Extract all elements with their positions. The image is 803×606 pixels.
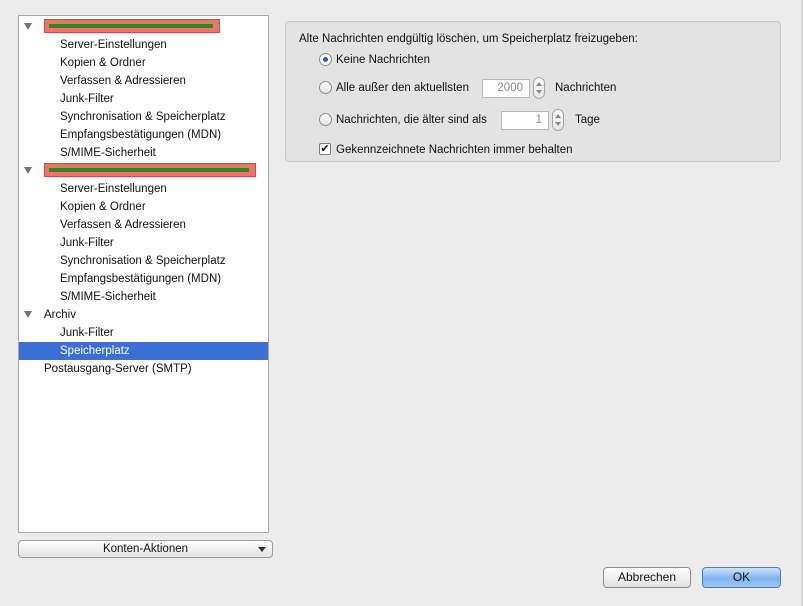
tree-item-label: Synchronisation & Speicherplatz	[60, 111, 226, 123]
radio-keep-none-label: Keine Nachrichten	[336, 54, 430, 66]
tree-item-label: Server-Einstellungen	[60, 39, 167, 51]
tree-item-label: Postausgang-Server (SMTP)	[44, 363, 192, 375]
tree-item-label: Junk-Filter	[60, 237, 114, 249]
disclosure-triangle-icon[interactable]	[24, 23, 32, 30]
tree-item[interactable]: Junk-Filter	[19, 234, 268, 252]
radio-keep-latest-label: Alle außer den aktuellsten	[336, 82, 469, 94]
radio-unselected-icon[interactable]	[319, 113, 332, 126]
tree-item-label: Synchronisation & Speicherplatz	[60, 255, 226, 267]
tree-item-label: Speicherplatz	[60, 345, 130, 357]
tree-item[interactable]: Speicherplatz	[19, 342, 268, 360]
tree-item-label: Empfangsbestätigungen (MDN)	[60, 129, 222, 141]
redaction-bar	[49, 24, 213, 28]
checkmark-icon[interactable]: ✔	[319, 143, 331, 155]
tree-item-label: Junk-Filter	[60, 93, 114, 105]
tree-item[interactable]: Synchronisation & Speicherplatz	[19, 252, 268, 270]
tree-item-label: Junk-Filter	[60, 327, 114, 339]
radio-older-than-label: Nachrichten, die älter sind als	[336, 114, 487, 126]
keep-count-stepper[interactable]	[533, 77, 545, 99]
chevron-down-icon	[258, 547, 266, 552]
tree-item[interactable]: Kopien & Ordner	[19, 198, 268, 216]
storage-settings-group: Alte Nachrichten endgültig löschen, um S…	[285, 21, 781, 162]
redacted-account-name	[44, 163, 256, 177]
older-days-unit: Tage	[575, 114, 600, 126]
tree-item-label: Verfassen & Adressieren	[60, 219, 186, 231]
tree-account[interactable]	[19, 162, 268, 180]
tree-item[interactable]: Verfassen & Adressieren	[19, 72, 268, 90]
tree-item-label: Kopien & Ordner	[60, 201, 146, 213]
account-actions-dropdown[interactable]: Konten-Aktionen	[18, 540, 273, 558]
tree-item-label: S/MIME-Sicherheit	[60, 291, 156, 303]
tree-item[interactable]: Server-Einstellungen	[19, 36, 268, 54]
disclosure-triangle-icon[interactable]	[24, 311, 32, 318]
tree-item-label: Empfangsbestätigungen (MDN)	[60, 273, 222, 285]
cancel-button[interactable]: Abbrechen	[603, 567, 691, 588]
keep-count-input[interactable]: 2000	[482, 79, 530, 98]
tree-item[interactable]: Empfangsbestätigungen (MDN)	[19, 126, 268, 144]
redaction-bar	[49, 168, 249, 172]
storage-heading: Alte Nachrichten endgültig löschen, um S…	[299, 33, 638, 45]
radio-selected-icon[interactable]	[319, 53, 332, 66]
tree-item-label: Verfassen & Adressieren	[60, 75, 186, 87]
account-tree[interactable]: Server-Einstellungen Kopien & Ordner Verfa…	[18, 15, 269, 533]
older-days-input[interactable]: 1	[501, 111, 549, 130]
tree-item[interactable]: Empfangsbestätigungen (MDN)	[19, 270, 268, 288]
tree-item[interactable]: S/MIME-Sicherheit	[19, 144, 268, 162]
radio-unselected-icon[interactable]	[319, 81, 332, 94]
keep-count-unit: Nachrichten	[555, 82, 617, 94]
older-days-stepper[interactable]	[552, 109, 564, 131]
tree-item[interactable]: Junk-Filter	[19, 90, 268, 108]
tree-item-label: Kopien & Ordner	[60, 57, 146, 69]
tree-account[interactable]	[19, 18, 268, 36]
tree-item[interactable]: Synchronisation & Speicherplatz	[19, 108, 268, 126]
disclosure-triangle-icon[interactable]	[24, 167, 32, 174]
account-actions-label: Konten-Aktionen	[102, 543, 189, 555]
tree-item[interactable]: Kopien & Ordner	[19, 54, 268, 72]
tree-item-label: S/MIME-Sicherheit	[60, 147, 156, 159]
ok-button[interactable]: OK	[702, 567, 781, 588]
tree-item[interactable]: Server-Einstellungen	[19, 180, 268, 198]
tree-item-label: Archiv	[44, 309, 76, 321]
tree-item[interactable]: Verfassen & Adressieren	[19, 216, 268, 234]
tree-item-label: Server-Einstellungen	[60, 183, 167, 195]
redacted-account-name	[44, 19, 220, 33]
checkbox-keep-flagged-label: Gekennzeichnete Nachrichten immer behalt…	[336, 144, 573, 156]
tree-item[interactable]: Junk-Filter	[19, 324, 268, 342]
tree-folder[interactable]: Archiv	[19, 306, 268, 324]
tree-item[interactable]: S/MIME-Sicherheit	[19, 288, 268, 306]
tree-root-item[interactable]: Postausgang-Server (SMTP)	[19, 360, 268, 378]
